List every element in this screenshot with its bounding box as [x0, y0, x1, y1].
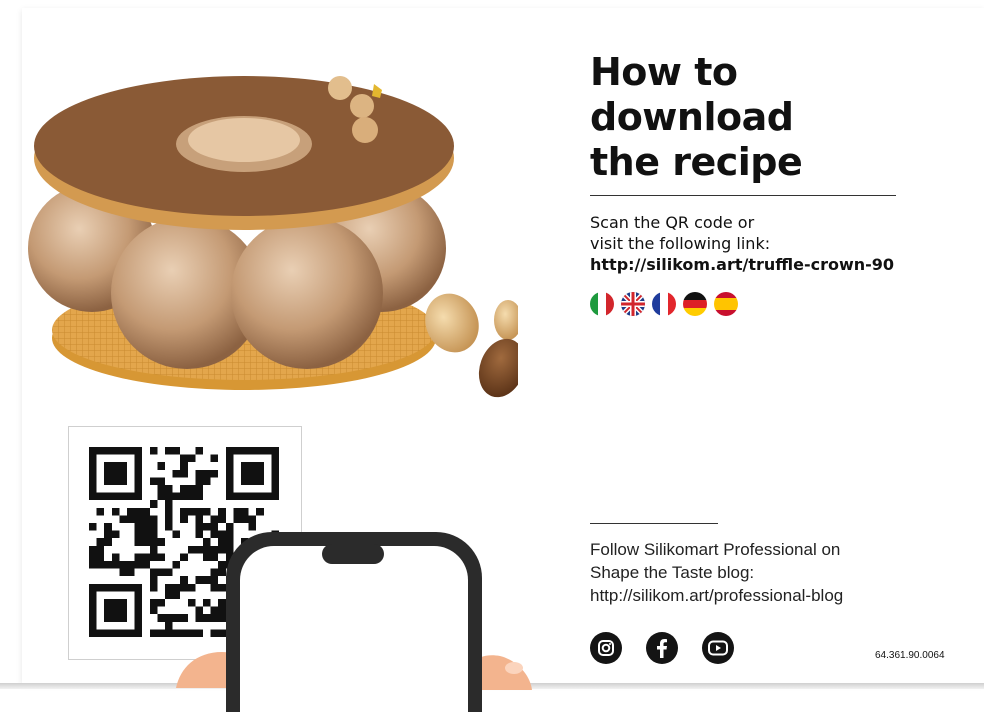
- title-line-3: the recipe: [590, 140, 803, 184]
- language-flags: [590, 292, 738, 316]
- phone-screen: [240, 546, 468, 712]
- de-flag-icon[interactable]: [683, 292, 707, 316]
- follow-info: Follow Silikomart Professional on Shape …: [590, 538, 920, 607]
- fr-flag-icon[interactable]: [652, 292, 676, 316]
- page-title: How to download the recipe: [590, 50, 920, 185]
- instructions-line-2: visit the following link:: [590, 234, 771, 253]
- title-divider: [590, 195, 896, 196]
- follow-divider: [590, 523, 718, 524]
- blog-link[interactable]: http://silikom.art/professional-blog: [590, 584, 920, 607]
- instagram-icon[interactable]: [590, 632, 622, 664]
- uk-flag-icon[interactable]: [621, 292, 645, 316]
- title-line-1: How to: [590, 50, 738, 94]
- title-line-2: download: [590, 95, 794, 139]
- follow-line-1: Follow Silikomart Professional on: [590, 540, 841, 559]
- youtube-icon[interactable]: [702, 632, 734, 664]
- es-flag-icon[interactable]: [714, 292, 738, 316]
- recipe-link[interactable]: http://silikom.art/truffle-crown-90: [590, 254, 920, 275]
- it-flag-icon[interactable]: [590, 292, 614, 316]
- phone-icon: [226, 532, 482, 712]
- instructions-line-1: Scan the QR code or: [590, 213, 755, 232]
- follow-line-2: Shape the Taste blog:: [590, 563, 755, 582]
- download-instructions: Scan the QR code or visit the following …: [590, 212, 920, 275]
- product-code: 64.361.90.0064: [875, 650, 945, 661]
- facebook-icon[interactable]: [646, 632, 678, 664]
- social-links: [590, 632, 734, 664]
- phone-notch: [322, 544, 384, 564]
- dessert-photo: [28, 76, 518, 398]
